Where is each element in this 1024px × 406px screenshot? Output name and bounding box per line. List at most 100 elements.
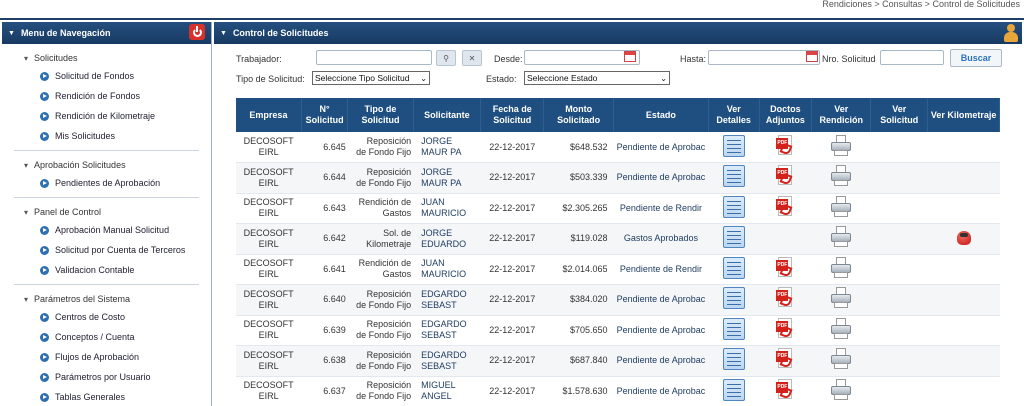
printer-icon[interactable] [830, 134, 852, 157]
sidebar-item[interactable]: Validacion Contable [2, 260, 211, 280]
details-icon[interactable] [722, 378, 745, 401]
tipo-solicitud-cell: Rendición de Gastos [347, 254, 414, 285]
ver-detalles-cell [708, 315, 759, 346]
cell-line: Kilometraje [366, 238, 412, 249]
search-worker-button[interactable]: ⚲ [436, 50, 456, 66]
sidebar-item[interactable]: Flujos de Aprobación [2, 347, 211, 367]
ver-kilometraje-cell [927, 254, 1000, 285]
power-icon[interactable] [189, 24, 205, 40]
collapse-caret-icon[interactable]: ▼ [220, 30, 227, 37]
menu-group: ▾ Panel de Control Aprobación Manual Solic… [2, 198, 211, 282]
column-header[interactable]: Ver Rendición [811, 98, 872, 132]
sidebar-item[interactable]: Rendición de Fondos [2, 86, 211, 106]
printer-icon[interactable] [830, 348, 852, 370]
column-header[interactable]: N° Solicitud [301, 98, 349, 132]
sidebar-item-label: Rendición de Kilometraje [55, 111, 156, 121]
fecha-cell: 22-12-2017 [480, 162, 544, 194]
details-icon[interactable] [722, 287, 745, 310]
sidebar-item[interactable]: Aprobación Manual Solicitud [2, 220, 211, 240]
sidebar-item[interactable]: Tablas Generales [2, 387, 211, 406]
num-solicitud-cell: 6.639 [301, 315, 348, 346]
column-header[interactable]: Tipo de Solicitud [347, 98, 414, 132]
column-header[interactable]: Ver Detalles [708, 98, 760, 132]
menu-group-title[interactable]: ▾ Panel de Control [2, 204, 211, 220]
pdf-icon[interactable]: PDF [776, 195, 794, 218]
column-header[interactable]: Fecha de Solicitud [480, 98, 545, 132]
printer-icon[interactable] [830, 195, 852, 218]
details-icon[interactable] [722, 348, 745, 371]
sidebar-item-label: Flujos de Aprobación [55, 352, 140, 362]
tipo-solicitud-select[interactable]: Seleccione Tipo Solicitud ⌄ [312, 71, 430, 85]
pdf-icon[interactable]: PDF [776, 378, 794, 401]
details-icon[interactable] [722, 256, 745, 279]
column-header[interactable]: Solicitante [413, 98, 482, 132]
desde-input[interactable] [524, 50, 640, 65]
details-icon[interactable] [722, 195, 745, 218]
sidebar-item[interactable]: Mis Solicitudes [2, 126, 211, 146]
pdf-icon[interactable]: PDF [776, 256, 794, 279]
details-icon[interactable] [722, 317, 745, 340]
menu-group-title[interactable]: ▾ Solicitudes [2, 50, 211, 66]
column-header[interactable]: Estado [613, 98, 709, 132]
calendar-icon[interactable] [624, 51, 636, 62]
solicitante-cell: JORGE MAUR PA [413, 162, 481, 194]
ver-rendicion-cell [811, 254, 871, 285]
sidebar-item[interactable]: Solicitud de Fondos [2, 66, 211, 86]
column-header[interactable]: Monto Solicitado [543, 98, 614, 132]
pdf-icon[interactable]: PDF [776, 134, 794, 157]
cell-line: EIRL [258, 208, 279, 219]
ver-rendicion-cell [811, 193, 871, 224]
column-header[interactable]: Ver Solicitud [870, 98, 929, 132]
printer-icon[interactable] [830, 256, 852, 279]
cell-line: EIRL [258, 269, 279, 280]
column-header[interactable]: Doctos Adjuntos [759, 98, 813, 132]
page-title: Control de Solicitudes [232, 28, 329, 38]
printer-icon[interactable] [830, 165, 852, 187]
hasta-label: Hasta: [680, 54, 707, 64]
cell-line: SEBAST [421, 360, 457, 371]
monto-cell: $1.578.630 [543, 376, 614, 406]
user-icon[interactable] [1002, 23, 1020, 43]
sidebar-item[interactable]: Pendientes de Aprobación [2, 173, 211, 193]
monto-cell: $503.339 [543, 162, 614, 194]
estado-cell: Pendiente de Aprobac [613, 345, 709, 377]
sidebar-item[interactable]: Centros de Costo [2, 307, 211, 327]
printer-icon[interactable] [830, 226, 852, 248]
estado-select[interactable]: Seleccione Estado ⌄ [524, 71, 670, 85]
printer-icon[interactable] [830, 287, 852, 309]
arrow-bullet-icon [40, 131, 49, 141]
column-header[interactable]: Empresa [236, 98, 302, 132]
cell-line: de Fondo Fijo [356, 330, 412, 341]
sidebar-title: Menu de Navegación [20, 28, 111, 38]
solicitudes-table: Empresa N° Solicitud Tipo de Solicitud Soli… [236, 98, 1000, 406]
tipo-solicitud-cell: Sol. de Kilometraje [347, 223, 414, 255]
buscar-button[interactable]: Buscar [950, 49, 1002, 67]
hasta-input[interactable] [708, 50, 820, 65]
sidebar-item[interactable]: Rendición de Kilometraje [2, 106, 211, 126]
menu-group-title[interactable]: ▾ Parámetros del Sistema [2, 291, 211, 307]
clear-worker-button[interactable]: ✕ [462, 50, 482, 66]
details-icon[interactable] [722, 226, 745, 249]
nro-solicitud-input[interactable] [880, 50, 944, 65]
arrow-bullet-icon [40, 265, 49, 275]
details-icon[interactable] [722, 165, 745, 188]
cell-line: DECOSOFT [243, 349, 294, 360]
sidebar-item[interactable]: Solicitud por Cuenta de Terceros [2, 240, 211, 260]
pdf-icon[interactable]: PDF [776, 317, 794, 340]
printer-icon[interactable] [830, 378, 852, 401]
pdf-icon[interactable]: PDF [776, 165, 794, 187]
calendar-icon[interactable] [806, 51, 818, 62]
sidebar-item[interactable]: Conceptos / Cuenta [2, 327, 211, 347]
pdf-icon[interactable]: PDF [776, 287, 794, 309]
details-icon[interactable] [722, 134, 745, 157]
sidebar-item[interactable]: Parámetros por Usuario [2, 367, 211, 387]
ver-kilometraje-cell [927, 162, 1000, 194]
car-icon[interactable] [955, 227, 973, 247]
collapse-caret-icon[interactable]: ▼ [8, 30, 15, 37]
menu-group-title[interactable]: ▾ Aprobación Solicitudes [2, 157, 211, 173]
pdf-icon[interactable]: PDF [776, 348, 794, 370]
column-header[interactable]: Ver Kilometraje [927, 98, 1000, 132]
sidebar-item-label: Solicitud por Cuenta de Terceros [55, 245, 186, 255]
trabajador-input[interactable] [316, 50, 432, 65]
printer-icon[interactable] [830, 317, 852, 340]
